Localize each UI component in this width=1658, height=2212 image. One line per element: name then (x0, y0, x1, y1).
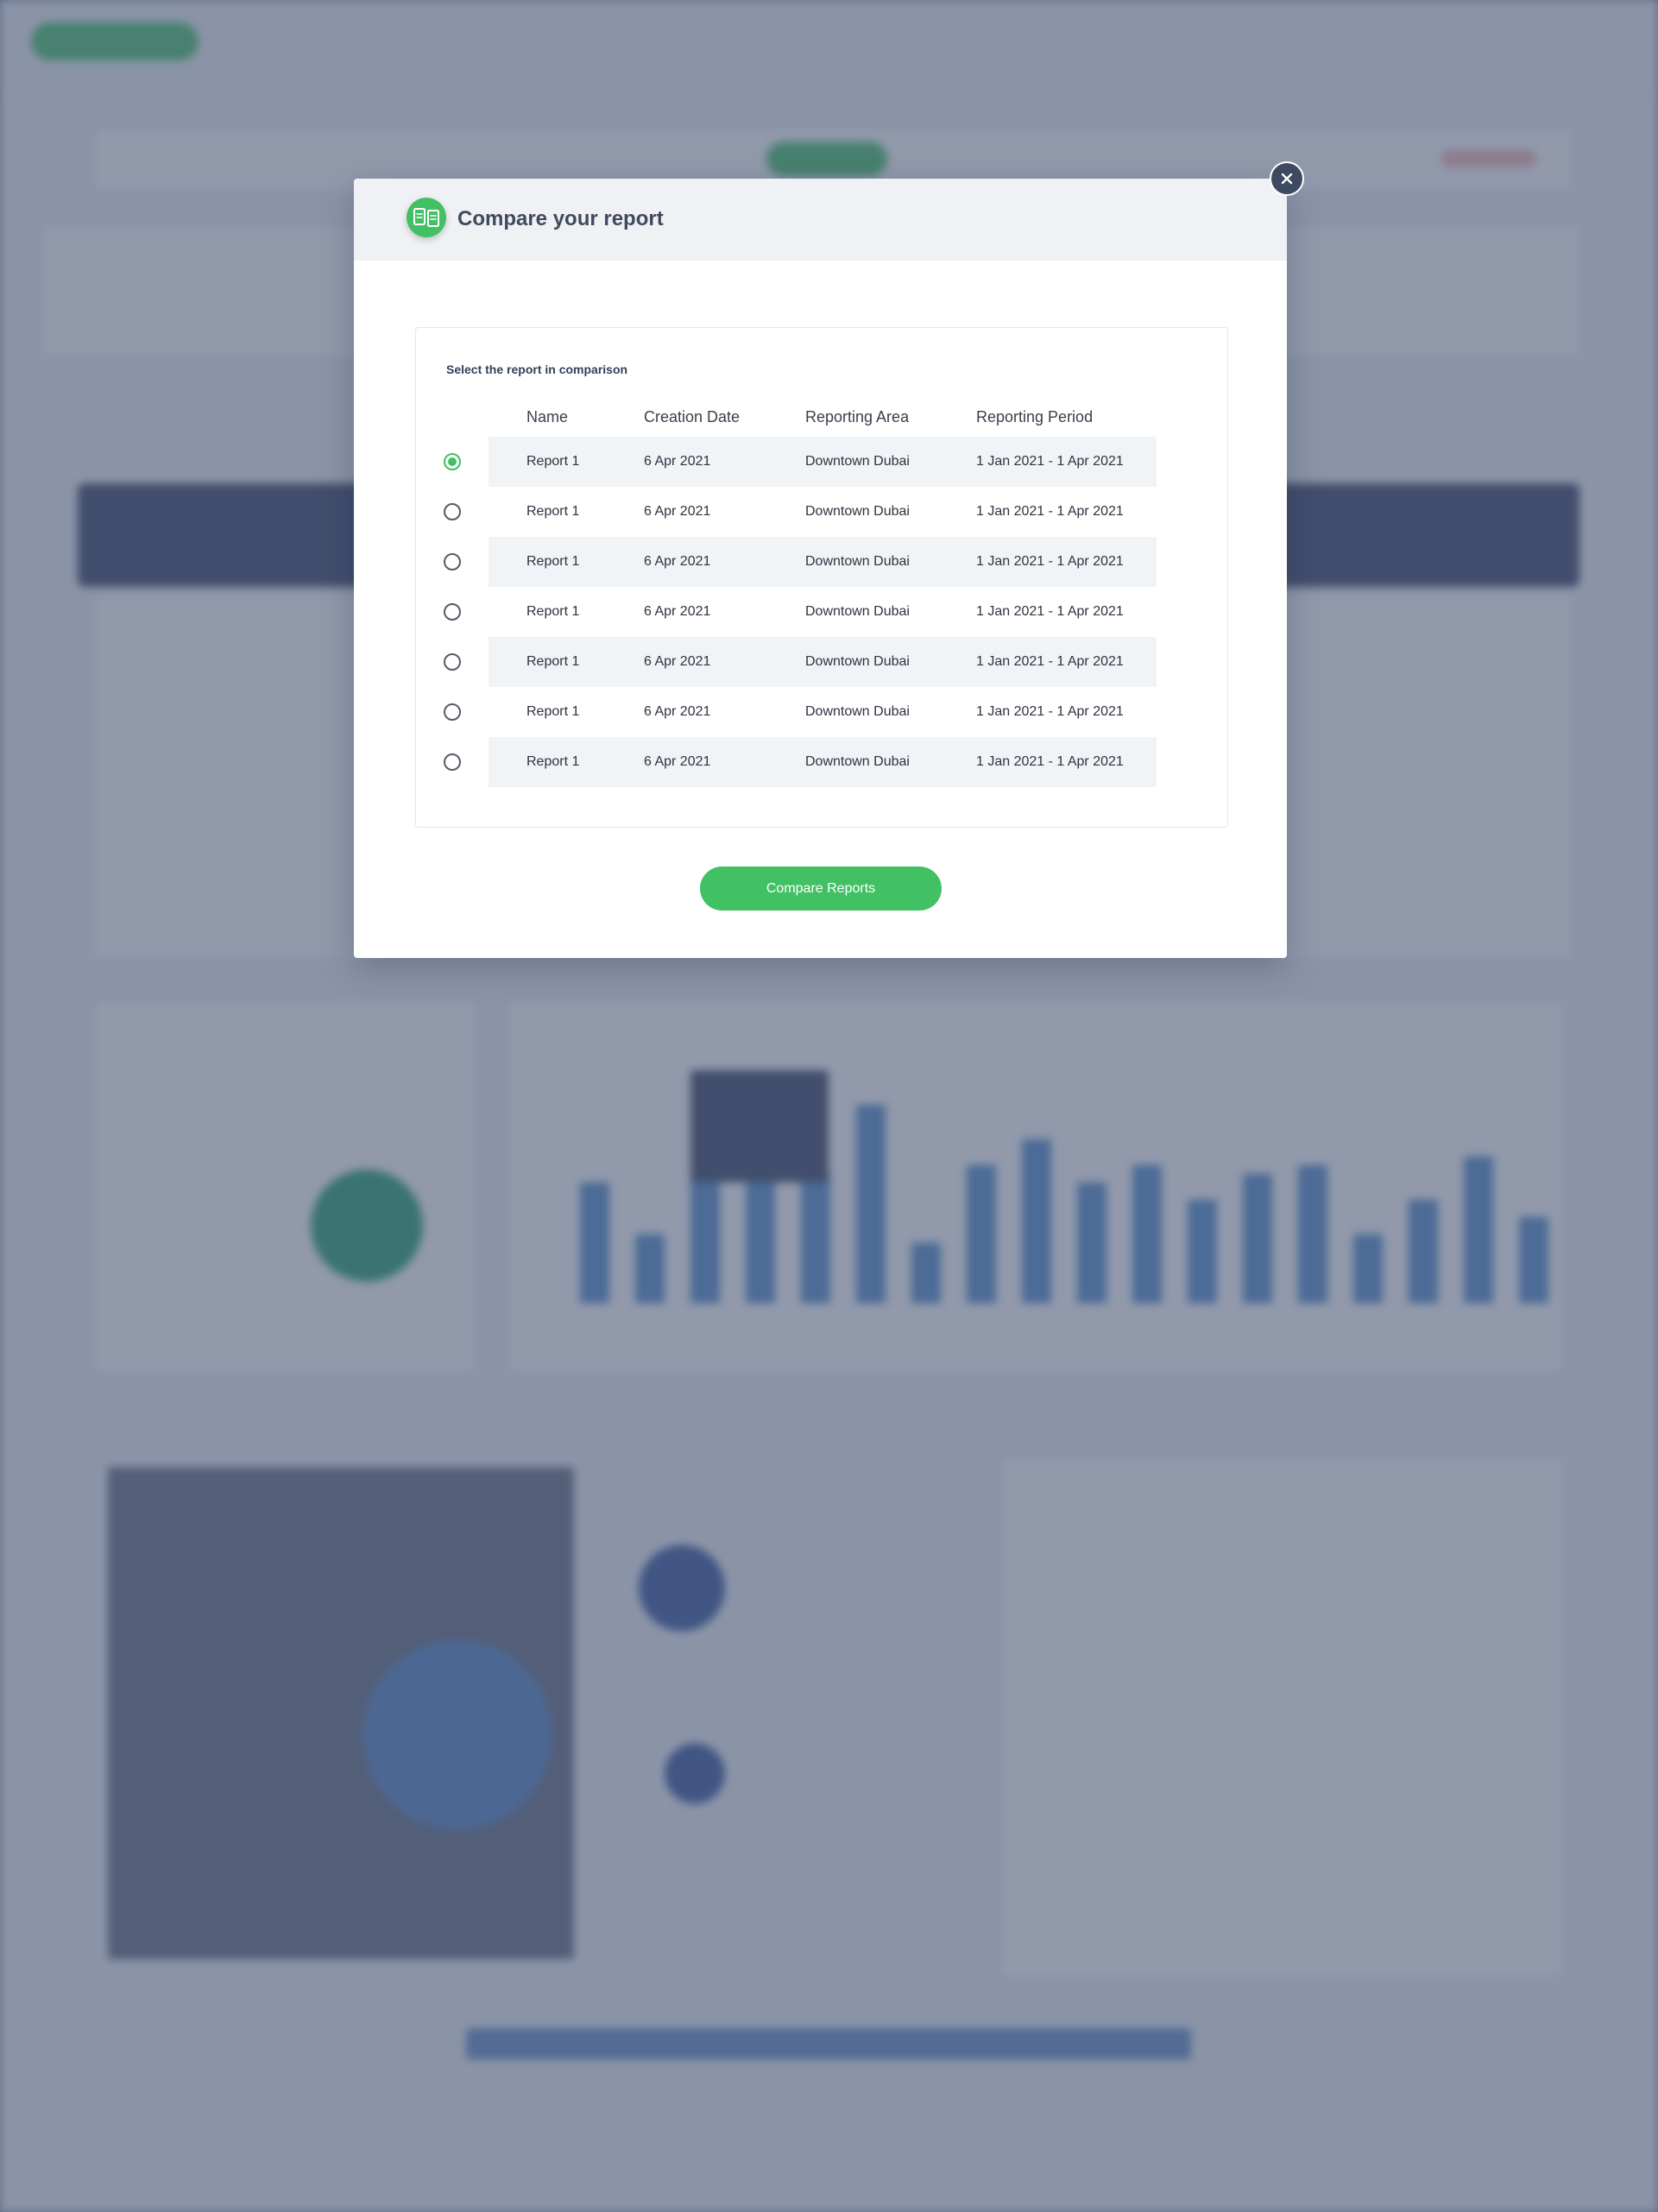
reporting-period-cell: 1 Jan 2021 - 1 Apr 2021 (976, 504, 1124, 519)
reporting-area-cell: Downtown Dubai (805, 554, 910, 569)
reporting-period-cell: 1 Jan 2021 - 1 Apr 2021 (976, 754, 1124, 769)
reporting-area-cell: Downtown Dubai (805, 454, 910, 469)
radio-icon[interactable] (444, 653, 461, 671)
compare-reports-button[interactable]: Compare Reports (700, 867, 942, 911)
creation-date-cell: 6 Apr 2021 (644, 604, 711, 619)
report-name-cell: Report 1 (526, 704, 580, 719)
report-name-cell: Report 1 (526, 454, 580, 469)
radio-icon[interactable] (444, 703, 461, 721)
creation-date-cell: 6 Apr 2021 (644, 754, 711, 769)
radio-icon[interactable] (444, 503, 461, 520)
creation-date-cell: 6 Apr 2021 (644, 554, 711, 569)
creation-date-cell: 6 Apr 2021 (644, 454, 711, 469)
close-icon (1281, 173, 1293, 185)
column-header-reporting-period: Reporting Period (976, 408, 1094, 425)
table-row[interactable]: Report 1 6 Apr 2021 Downtown Dubai 1 Jan 20… (416, 737, 1229, 787)
table-row[interactable]: Report 1 6 Apr 2021 Downtown Dubai 1 Jan 20… (416, 637, 1229, 687)
table-row[interactable]: Report 1 6 Apr 2021 Downtown Dubai 1 Jan 20… (416, 587, 1229, 637)
table-caption: Select the report in comparison (446, 362, 628, 376)
modal-header: Compare your report (354, 161, 1304, 261)
radio-icon[interactable] (444, 553, 461, 570)
report-name-cell: Report 1 (526, 604, 580, 619)
close-button[interactable] (1270, 161, 1304, 196)
table-row[interactable]: Report 1 6 Apr 2021 Downtown Dubai 1 Jan 20… (416, 487, 1229, 537)
creation-date-cell: 6 Apr 2021 (644, 704, 711, 719)
reporting-area-cell: Downtown Dubai (805, 754, 910, 769)
reporting-period-cell: 1 Jan 2021 - 1 Apr 2021 (976, 704, 1124, 719)
compare-report-icon-glyph (413, 208, 439, 227)
radio-icon[interactable] (444, 753, 461, 771)
reporting-area-cell: Downtown Dubai (805, 604, 910, 619)
column-header-reporting-area: Reporting Area (805, 408, 910, 425)
table-row[interactable]: Report 1 6 Apr 2021 Downtown Dubai 1 Jan 20… (416, 537, 1229, 587)
report-name-cell: Report 1 (526, 554, 580, 569)
creation-date-cell: 6 Apr 2021 (644, 654, 711, 669)
column-header-name: Name (526, 408, 569, 425)
compare-report-modal: Compare your report Select the report in… (354, 161, 1304, 958)
reporting-area-cell: Downtown Dubai (805, 504, 910, 519)
column-header-creation-date: Creation Date (644, 408, 741, 425)
reporting-area-cell: Downtown Dubai (805, 654, 910, 669)
reporting-period-cell: 1 Jan 2021 - 1 Apr 2021 (976, 454, 1124, 469)
reporting-period-cell: 1 Jan 2021 - 1 Apr 2021 (976, 554, 1124, 569)
reporting-period-cell: 1 Jan 2021 - 1 Apr 2021 (976, 654, 1124, 669)
modal-title: Compare your report (457, 207, 664, 230)
table-row[interactable]: Report 1 6 Apr 2021 Downtown Dubai 1 Jan 20… (416, 687, 1229, 737)
reporting-area-cell: Downtown Dubai (805, 704, 910, 719)
compare-report-icon (407, 198, 446, 237)
radio-icon[interactable] (444, 603, 461, 621)
report-name-cell: Report 1 (526, 754, 580, 769)
table-row[interactable]: Report 1 6 Apr 2021 Downtown Dubai 1 Jan 20… (416, 437, 1229, 487)
creation-date-cell: 6 Apr 2021 (644, 504, 711, 519)
report-selection-table: Select the report in comparison Name Cre… (415, 327, 1228, 828)
reporting-period-cell: 1 Jan 2021 - 1 Apr 2021 (976, 604, 1124, 619)
report-name-cell: Report 1 (526, 654, 580, 669)
report-name-cell: Report 1 (526, 504, 580, 519)
radio-icon[interactable] (444, 453, 461, 470)
